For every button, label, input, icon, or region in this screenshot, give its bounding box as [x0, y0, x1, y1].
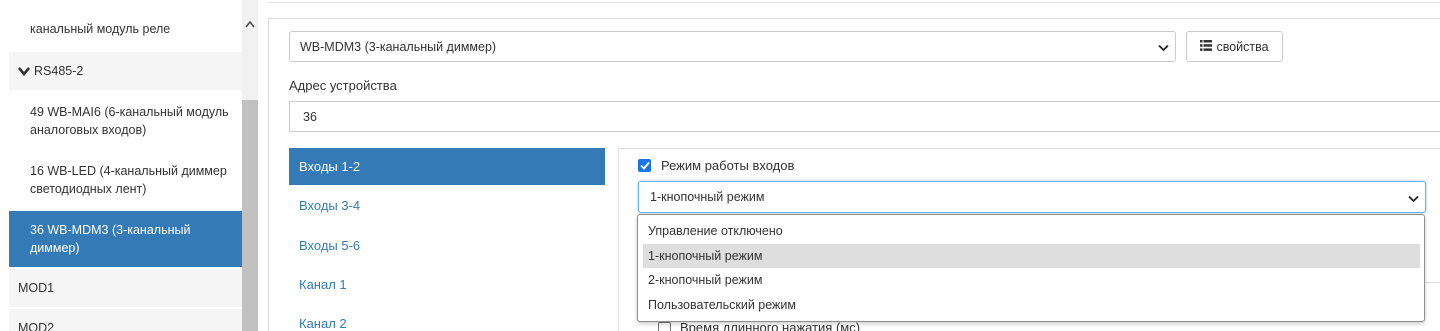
tab-channel-2[interactable]: Канал 2: [289, 305, 605, 331]
option-label: Пользовательский режим: [648, 298, 796, 312]
address-input[interactable]: 36: [289, 101, 1440, 132]
divider: [268, 2, 1440, 3]
properties-label: свойства: [1216, 39, 1269, 54]
tab-channel-1[interactable]: Канал 1: [289, 266, 605, 303]
address-value: 36: [303, 109, 317, 124]
input-mode-checkbox[interactable]: [638, 159, 651, 172]
dropdown-option[interactable]: 1-кнопочный режим: [643, 244, 1420, 268]
properties-button[interactable]: свойства: [1186, 31, 1283, 62]
tab-inputs-5-6[interactable]: Входы 5-6: [289, 227, 605, 264]
long-press-checkbox[interactable]: [658, 322, 671, 331]
sidebar-group-mod2[interactable]: MOD2: [9, 309, 242, 331]
option-label: Управление отключено: [648, 224, 783, 238]
triangle-up-icon[interactable]: [242, 16, 258, 32]
sidebar-group-label: MOD1: [18, 281, 55, 295]
device-type-select[interactable]: WB-MDM3 (3-канальный диммер): [289, 31, 1176, 62]
tab-inputs-1-2[interactable]: Входы 1-2: [289, 148, 605, 185]
sidebar-item-label: 49 WB-MAI6 (6-канальный модуль аналоговы…: [30, 105, 229, 137]
divider: [1425, 282, 1440, 283]
sidebar-item-label: 36 WB-MDM3 (3-канальный диммер): [30, 223, 191, 255]
option-label: 1-кнопочный режим: [648, 249, 763, 263]
list-icon: [1200, 39, 1213, 54]
sidebar-scrollbar[interactable]: [242, 0, 258, 331]
sidebar-item-label: 16 WB-LED (4-канальный диммер светодиодн…: [30, 164, 227, 196]
chevron-down-icon: [1158, 41, 1169, 55]
sidebar-item-relay-module[interactable]: канальный модуль реле: [9, 20, 242, 42]
sidebar-group-rs485-2[interactable]: RS485-2: [9, 52, 242, 90]
sidebar-group-label: RS485-2: [34, 64, 84, 78]
tab-label: Входы 5-6: [299, 238, 361, 253]
sidebar-item-wb-mdm3[interactable]: 36 WB-MDM3 (3-канальный диммер): [9, 211, 242, 267]
sidebar: канальный модуль реле RS485-2 49 WB-MAI6…: [0, 0, 258, 331]
sidebar-group-label: MOD2: [18, 321, 55, 331]
scrollbar-thumb[interactable]: [242, 100, 258, 331]
address-label: Адрес устройства: [289, 78, 397, 93]
tab-inputs-3-4[interactable]: Входы 3-4: [289, 187, 605, 224]
sidebar-item-wb-led[interactable]: 16 WB-LED (4-канальный диммер светодиодн…: [9, 150, 242, 208]
device-type-value: WB-MDM3 (3-канальный диммер): [300, 39, 497, 54]
sidebar-item-label: канальный модуль реле: [30, 22, 171, 36]
dropdown-option[interactable]: Пользовательский режим: [643, 293, 1420, 317]
tab-label: Входы 1-2: [299, 159, 361, 174]
chevron-down-icon: [18, 66, 30, 76]
input-mode-select[interactable]: 1-кнопочный режим: [638, 181, 1426, 213]
dropdown-option[interactable]: Управление отключено: [643, 219, 1420, 243]
tab-label: Канал 1: [299, 277, 347, 292]
sidebar-item-wb-mai6[interactable]: 49 WB-MAI6 (6-канальный модуль аналоговы…: [9, 92, 242, 148]
input-mode-label: Режим работы входов: [661, 158, 795, 173]
dropdown-option[interactable]: 2-кнопочный режим: [643, 268, 1420, 292]
option-label: 2-кнопочный режим: [648, 273, 763, 287]
tab-label: Канал 2: [299, 316, 347, 331]
tab-label: Входы 3-4: [299, 198, 361, 213]
sidebar-group-mod1[interactable]: MOD1: [9, 269, 242, 307]
input-mode-dropdown: Управление отключено 1-кнопочный режим 2…: [637, 214, 1425, 322]
chevron-down-icon: [1408, 192, 1419, 206]
input-mode-value: 1-кнопочный режим: [650, 190, 765, 204]
